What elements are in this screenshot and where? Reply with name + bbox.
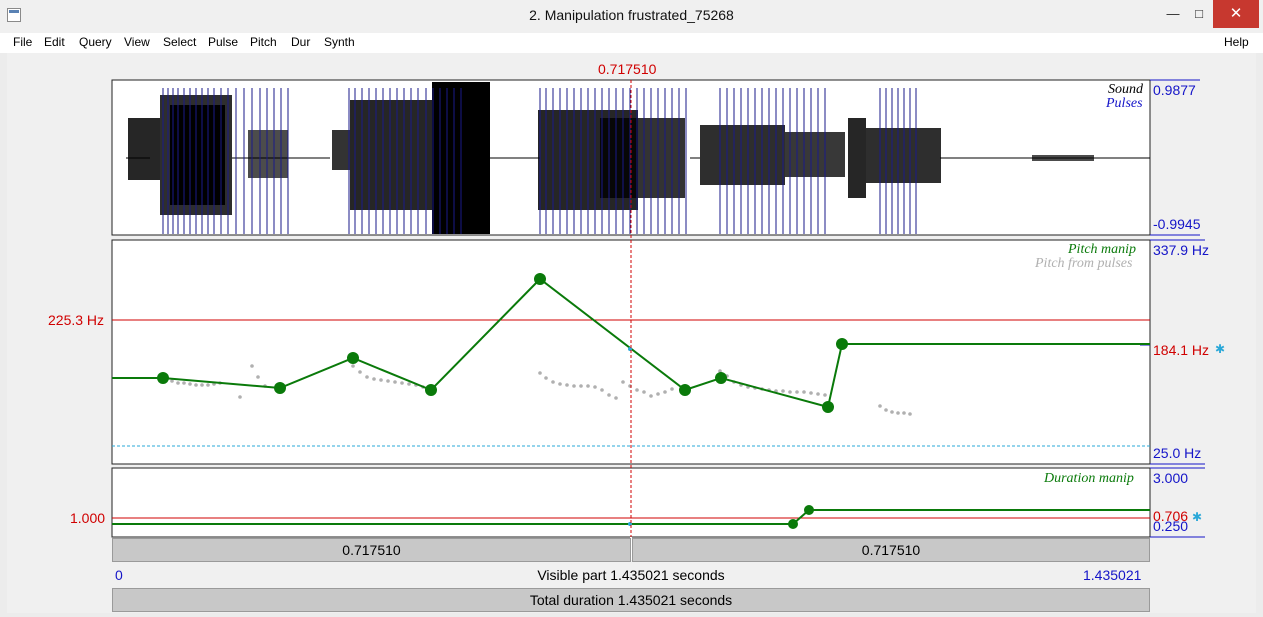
total-duration-bar[interactable]: Total duration 1.435021 seconds xyxy=(112,588,1150,612)
pitch-cursor-value: 225.3 Hz xyxy=(48,312,105,328)
total-duration-label: Total duration 1.435021 seconds xyxy=(529,592,733,608)
sound-axis-ticks xyxy=(1150,79,1200,236)
visible-end-value: 1.435021 xyxy=(1083,567,1142,583)
sound-min-value: -0.9945 xyxy=(1153,216,1201,232)
pitch-top-value: 337.9 Hz xyxy=(1153,242,1210,258)
right-segment-duration: 0.717510 xyxy=(861,542,921,558)
duration-marker-star-icon: ✱ xyxy=(1192,510,1202,524)
visible-part-bar[interactable]: Visible part 1.435021 seconds xyxy=(112,563,1150,587)
pitch-marker-star-icon: ✱ xyxy=(1215,342,1225,356)
left-segment-bar[interactable]: 0.717510 xyxy=(112,538,631,562)
right-segment-bar[interactable]: 0.717510 xyxy=(632,538,1150,562)
duration-top-value: 3.000 xyxy=(1153,470,1189,486)
duration-right-value: 0.706 xyxy=(1153,508,1189,524)
visible-part-label: Visible part 1.435021 seconds xyxy=(537,567,725,583)
left-segment-duration: 0.717510 xyxy=(342,542,401,558)
sound-max-value: 0.9877 xyxy=(1153,82,1196,98)
cursor-time-label: 0.717510 xyxy=(598,61,657,77)
pitch-from-pulses-label: Pitch from pulses xyxy=(1035,256,1133,271)
pulses-label: Pulses xyxy=(1106,96,1143,111)
pitch-bottom-value: 25.0 Hz xyxy=(1153,445,1202,461)
editor-canvas[interactable]: ✱ ✱ xyxy=(0,0,1263,617)
pitch-right-value: 184.1 Hz xyxy=(1153,342,1210,358)
duration-cursor-value: 1.000 xyxy=(70,510,106,526)
visible-start-value: 0 xyxy=(115,567,123,583)
duration-manip-label: Duration manip xyxy=(1044,471,1134,486)
